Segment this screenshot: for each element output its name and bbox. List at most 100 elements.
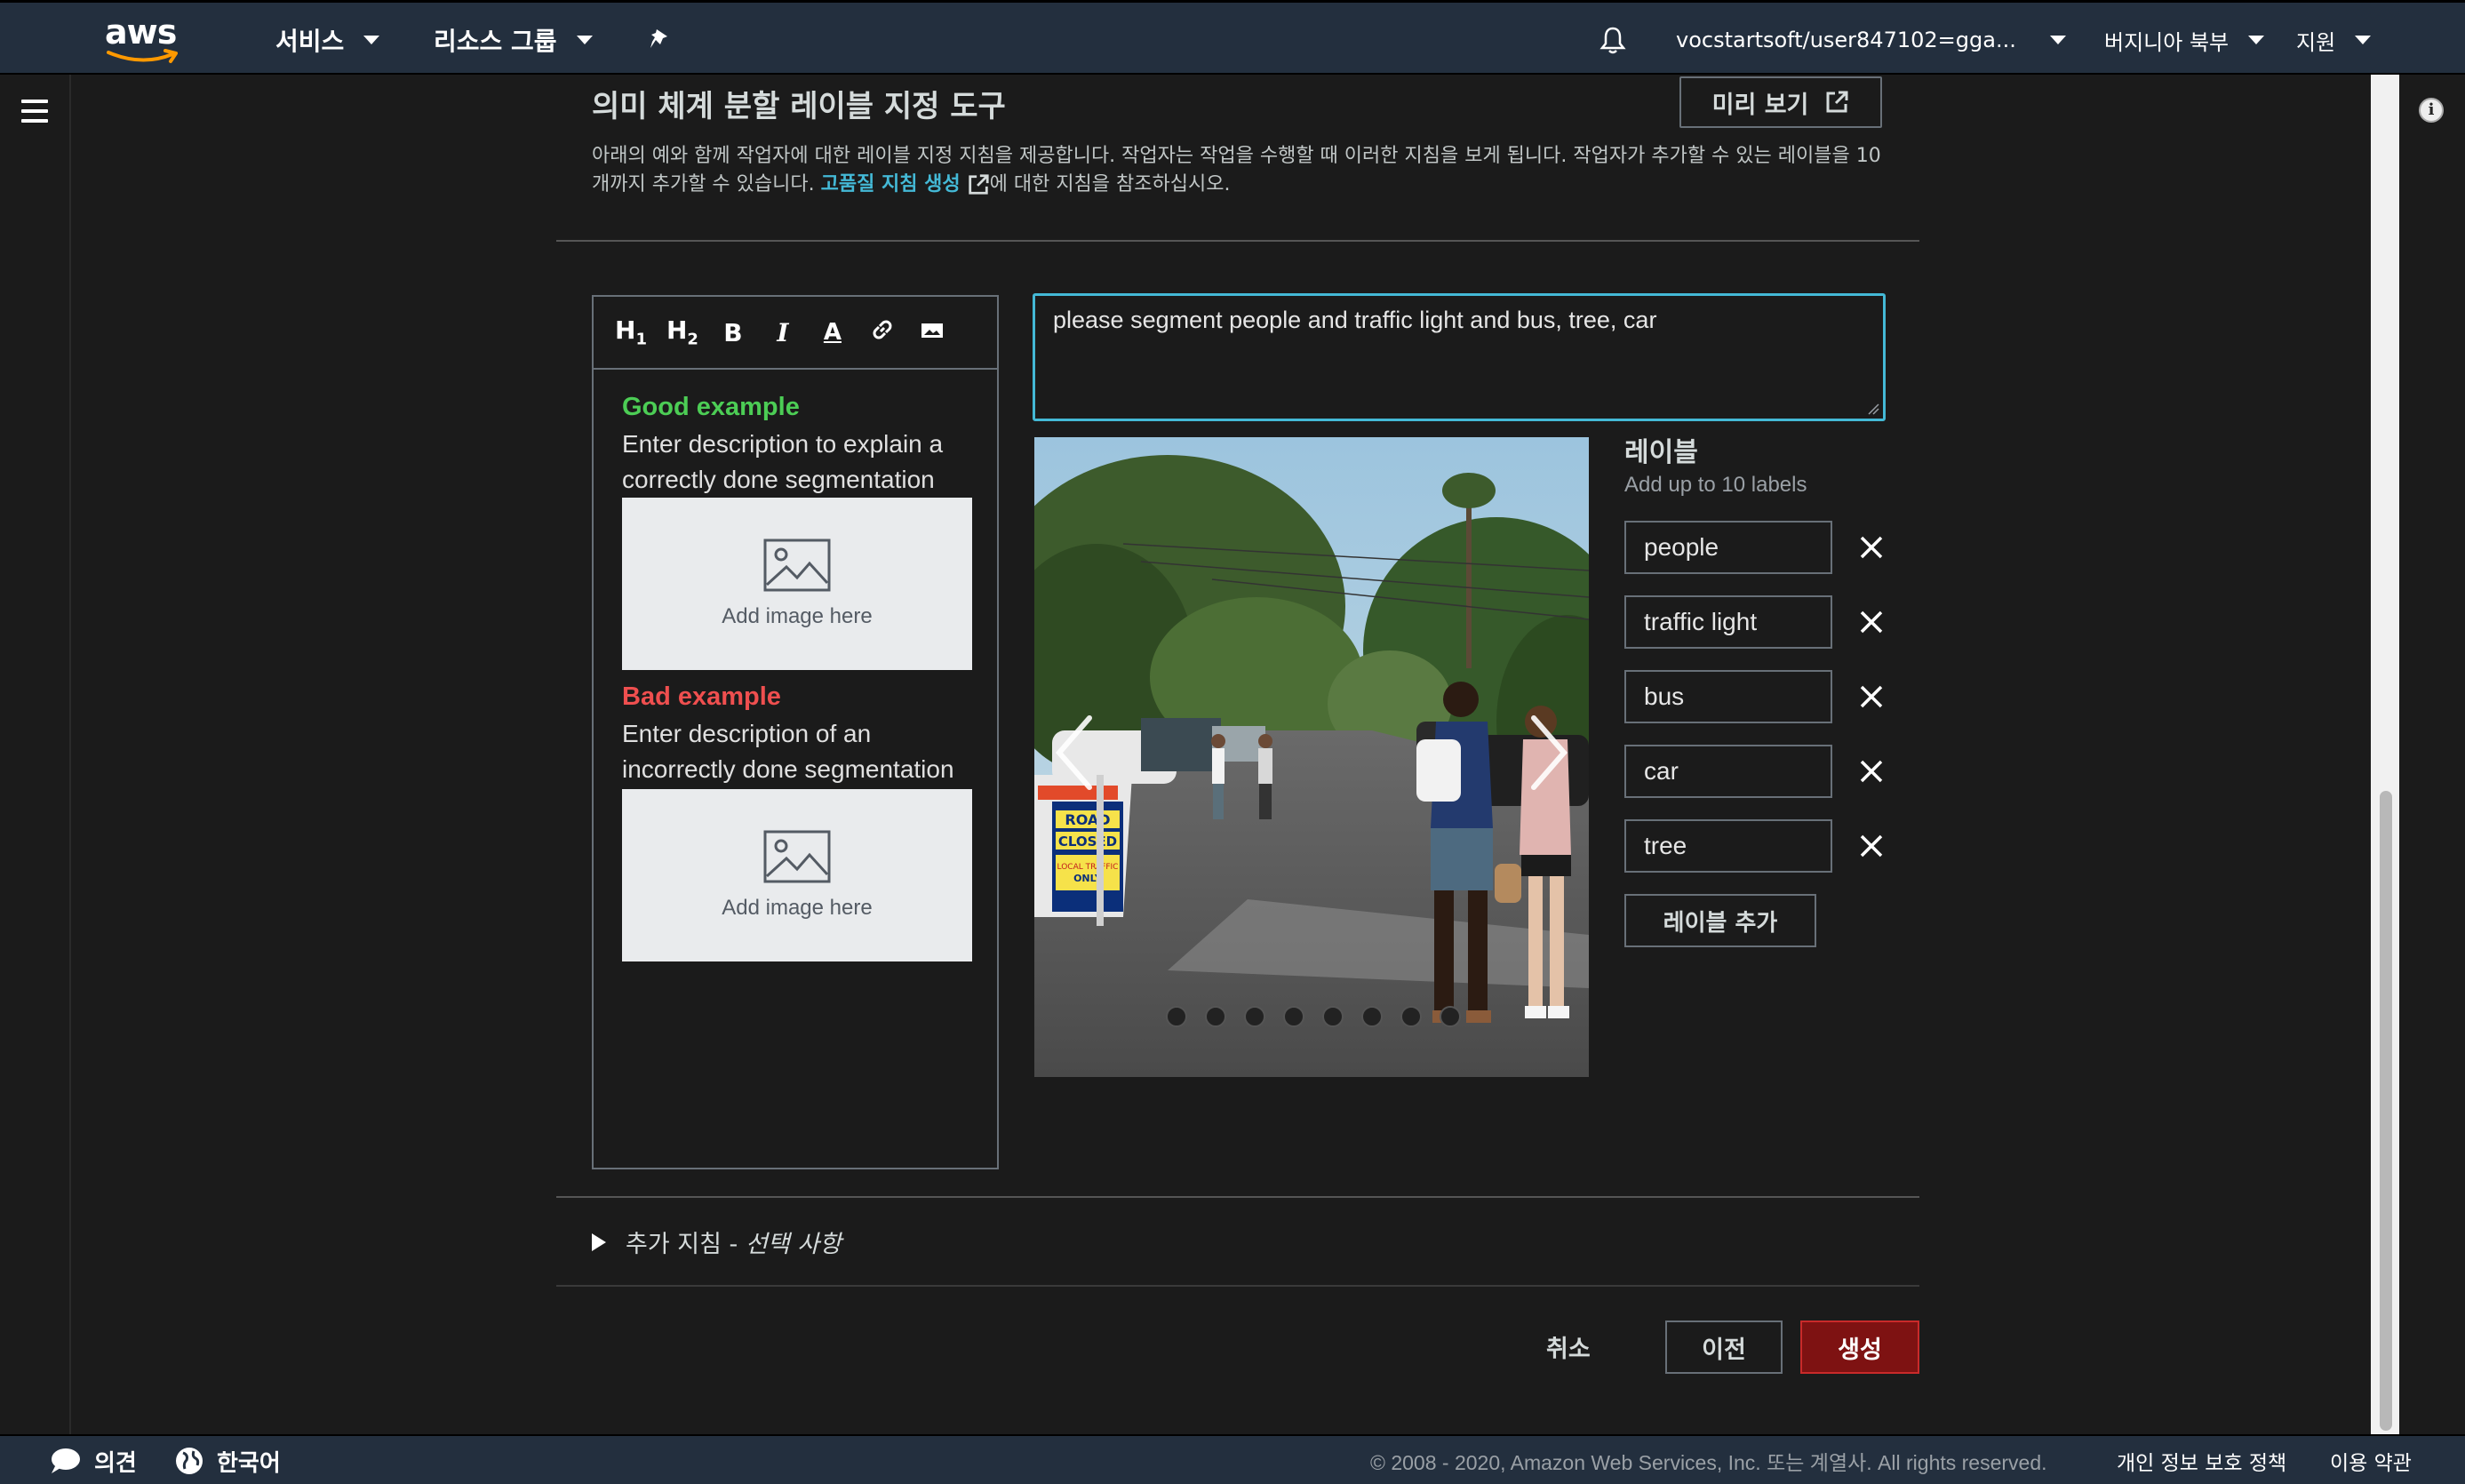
close-icon[interactable] [1857,608,1886,636]
carousel-dot[interactable] [1440,1006,1461,1027]
label-input[interactable]: traffic light [1624,595,1832,649]
editor-toolbar: H1 H2 B I A [594,297,997,370]
notifications-button[interactable] [1598,3,1628,77]
privacy-policy-link[interactable]: 개인 정보 보호 정책 [2117,1436,2286,1484]
chevron-down-icon [576,36,593,44]
resource-groups-menu[interactable]: 리소스 그룹 [434,3,593,77]
carousel-dot[interactable] [1400,1006,1422,1027]
add-image-label: Add image here [722,896,873,920]
road-sign-line-2: CLOSED [1058,834,1117,850]
carousel-dot[interactable] [1205,1006,1226,1027]
preview-button-label: 미리 보기 [1711,91,1809,119]
account-label: vocstartsoft/user847102=gga... [1676,28,2016,52]
create-button[interactable]: 생성 [1800,1320,1919,1374]
label-input[interactable]: car [1624,745,1832,798]
services-menu-label: 서비스 [275,27,345,56]
instructions-editor[interactable]: H1 H2 B I A Good example Enter descripti… [592,295,999,1169]
copyright-text: © 2008 - 2020, Amazon Web Services, Inc.… [1370,1451,2047,1474]
label-input[interactable]: people [1624,521,1832,574]
street-photo: ROAD CLOSED LOCAL TRAFFIC ONLY [1034,437,1589,1077]
description-text: 아래의 예와 함께 작업자에 대한 레이블 지정 지침을 제공합니다. 작업자는… [592,145,1881,195]
additional-instructions-toggle[interactable]: 추가 지침 - 선택 사항 [592,1225,842,1259]
carousel-dot[interactable] [1322,1006,1344,1027]
services-menu[interactable]: 서비스 [275,3,380,77]
chevron-down-icon [2049,36,2066,44]
guidelines-link[interactable]: 고품질 지침 생성 [821,173,961,195]
image-button[interactable] [917,318,947,347]
tool-body: H1 H2 B I A Good example Enter descripti… [556,242,1919,1198]
aws-logo[interactable]: aws [105,15,181,65]
good-example-title: Good example [622,393,800,421]
pin-icon [650,29,667,48]
heading2-button[interactable]: H2 [666,315,698,349]
language-selector[interactable]: 한국어 [174,1436,281,1484]
bold-button[interactable]: B [718,318,748,347]
link-icon [873,320,892,339]
bad-example-description: Enter description of an incorrectly done… [622,720,954,783]
bad-example-title: Bad example [622,682,781,711]
instruction-text: please segment people and traffic light … [1053,307,1657,333]
text-color-button[interactable]: A [818,319,848,346]
bad-example-image-placeholder[interactable]: Add image here [622,789,972,961]
additional-instructions-section: 추가 지침 - 선택 사항 [556,1198,1919,1287]
road-sign-line-3: LOCAL TRAFFIC [1057,863,1119,872]
label-value: bus [1644,682,1685,710]
smile-arrow-icon [107,49,178,63]
aws-logo-text: aws [105,12,177,52]
example-image-carousel[interactable]: ROAD CLOSED LOCAL TRAFFIC ONLY [1034,437,1589,1077]
tool-header: 의미 체계 분할 레이블 지정 도구 미리 보기 아래의 예와 함께 작업자에 … [556,75,1919,242]
external-link-icon [1826,91,1848,113]
label-value: car [1644,757,1679,785]
info-icon[interactable]: i [2419,98,2444,123]
optional-label: 선택 사항 [745,1231,842,1258]
additional-instructions-label: 추가 지침 - [626,1231,746,1258]
chevron-down-icon [363,36,380,44]
carousel-dot[interactable] [1244,1006,1265,1027]
close-icon[interactable] [1857,533,1886,562]
labels-heading: 레이블 [1624,437,1698,468]
preview-button[interactable]: 미리 보기 [1679,76,1882,128]
previous-button[interactable]: 이전 [1665,1320,1783,1374]
labels-hint: Add up to 10 labels [1624,473,1807,497]
short-instruction-textarea[interactable]: please segment people and traffic light … [1033,293,1886,421]
label-value: tree [1644,832,1687,859]
italic-button[interactable]: I [768,318,798,347]
label-row: car [1624,745,1891,798]
label-input[interactable]: tree [1624,819,1832,873]
account-menu[interactable]: vocstartsoft/user847102=gga... [1676,3,2066,77]
good-example-description: Enter description to explain a correctly… [622,430,944,493]
resize-handle-icon[interactable] [1867,403,1879,415]
heading1-button[interactable]: H1 [615,315,647,349]
chevron-left-icon[interactable] [1052,713,1097,793]
hamburger-menu-icon[interactable] [21,100,48,129]
label-input[interactable]: bus [1624,670,1832,723]
good-example-image-placeholder[interactable]: Add image here [622,498,972,670]
support-menu[interactable]: 지원 [2296,3,2372,77]
scrollbar-thumb[interactable] [2380,791,2392,1431]
chevron-right-icon[interactable] [1527,713,1571,793]
language-label: 한국어 [217,1449,281,1477]
carousel-dot[interactable] [1361,1006,1383,1027]
link-button[interactable] [867,316,897,349]
page-title: 의미 체계 분할 레이블 지정 도구 [592,89,1006,124]
label-row: people [1624,521,1891,574]
label-row: bus [1624,670,1891,723]
instructions-description: 아래의 예와 함께 작업자에 대한 레이블 지정 지침을 제공합니다. 작업자는… [592,142,1889,199]
console-footer: 의견 한국어 © 2008 - 2020, Amazon Web Service… [0,1434,2465,1484]
add-label-button[interactable]: 레이블 추가 [1624,894,1816,947]
carousel-dot[interactable] [1166,1006,1187,1027]
carousel-dot[interactable] [1283,1006,1304,1027]
label-row: tree [1624,819,1891,873]
external-link-icon [968,174,989,195]
close-icon[interactable] [1857,832,1886,860]
image-icon [921,323,943,338]
cancel-button[interactable]: 취소 [1546,1319,1591,1374]
close-icon[interactable] [1857,682,1886,711]
feedback-button[interactable]: 의견 [48,1436,137,1484]
chevron-down-icon [2355,36,2372,44]
close-icon[interactable] [1857,757,1886,786]
carousel-indicators [1166,1006,1461,1027]
region-menu[interactable]: 버지니아 북부 [2104,3,2265,77]
terms-link[interactable]: 이용 약관 [2330,1436,2412,1484]
pin-button[interactable] [647,3,674,77]
